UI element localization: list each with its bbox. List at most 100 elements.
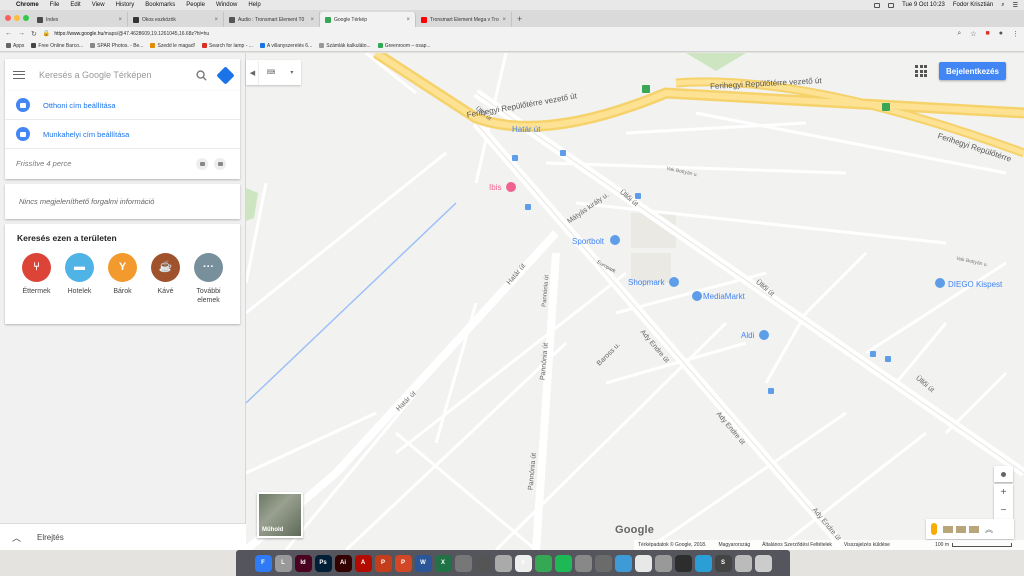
battery-icon[interactable] <box>888 2 895 8</box>
tab-index[interactable]: Index × <box>32 12 128 27</box>
menu-bookmarks[interactable]: Bookmarks <box>145 2 175 8</box>
close-tab-icon[interactable]: × <box>214 17 218 23</box>
back-icon[interactable]: ← <box>5 30 12 37</box>
dock-app-icon[interactable]: Id <box>294 554 312 572</box>
dock-app-icon[interactable]: X <box>434 554 452 572</box>
category-hotels[interactable]: ▬ Hotelek <box>60 253 99 305</box>
set-work-address[interactable]: Munkahelyi cím beállítása <box>5 120 240 149</box>
dock-app-icon[interactable] <box>494 554 512 572</box>
zoom-out-icon[interactable]: − <box>1001 505 1007 516</box>
dock-app-icon[interactable]: 9 <box>514 554 532 572</box>
imagery-thumbnails[interactable] <box>943 525 979 533</box>
close-window-icon[interactable] <box>5 15 11 21</box>
map-scale[interactable]: 100 m <box>935 542 1012 548</box>
set-home-address[interactable]: Otthoni cím beállítása <box>5 91 240 120</box>
close-tab-icon[interactable]: × <box>502 17 506 23</box>
menu-file[interactable]: File <box>50 2 60 8</box>
dock-app-icon[interactable]: Ai <box>334 554 352 572</box>
chevron-down-icon[interactable]: ▾ <box>290 69 293 76</box>
dock-app-icon[interactable] <box>754 554 772 572</box>
clock[interactable]: Tue 9 Oct 10:23 <box>902 2 945 8</box>
dock-app-icon[interactable] <box>594 554 612 572</box>
dock-app-icon[interactable]: W <box>414 554 432 572</box>
dock-app-icon[interactable]: A <box>354 554 372 572</box>
extension-icon[interactable]: ■ <box>986 30 990 38</box>
user-name[interactable]: Fodor Krisztián <box>953 2 993 8</box>
bookmark-spar[interactable]: SPAR Photos. - Be... <box>90 43 143 49</box>
search-icon[interactable] <box>195 69 207 81</box>
notification-icon[interactable]: ☰ <box>1013 2 1018 9</box>
url-field[interactable]: https://www.google.hu/maps/@47.4628609,1… <box>54 31 957 37</box>
minimize-window-icon[interactable] <box>14 15 20 21</box>
zoom-icon[interactable]: ⌕ <box>957 30 961 38</box>
menu-edit[interactable]: Edit <box>70 2 80 8</box>
my-location-button[interactable] <box>994 466 1013 482</box>
dock-app-icon[interactable] <box>554 554 572 572</box>
tab-audio-tronsmart[interactable]: Audio : Tronsmart Element T0 × <box>224 12 320 27</box>
tab-tronsmart-mega[interactable]: Tronsmart Element Mega v Tro × <box>416 12 512 27</box>
category-bars[interactable]: Y Bárok <box>103 253 142 305</box>
bookmark-szedd-le[interactable]: Szedd le magad! <box>150 43 195 49</box>
category-more[interactable]: ··· További elemek <box>189 253 228 305</box>
apps-grid-icon[interactable] <box>915 65 927 77</box>
menu-help[interactable]: Help <box>248 2 260 8</box>
dock-app-icon[interactable] <box>674 554 692 572</box>
menu-history[interactable]: History <box>116 2 135 8</box>
tab-okos-eszkozok[interactable]: Okos eszközök × <box>128 12 224 27</box>
dock-app-icon[interactable] <box>614 554 632 572</box>
dock-app-icon[interactable] <box>634 554 652 572</box>
bookmark-apps[interactable]: Apps <box>6 43 24 49</box>
bookmark-villanyszereles[interactable]: A villanyszerelés 6... <box>259 43 312 49</box>
dock-app-icon[interactable] <box>694 554 712 572</box>
terms-link[interactable]: Általános Szerződési Feltételek <box>762 542 832 548</box>
menu-people[interactable]: People <box>186 2 205 8</box>
collapse-panel-button[interactable]: ◀ <box>246 60 259 85</box>
hide-panel-bar[interactable]: ︿ Elrejtés <box>0 523 246 550</box>
dock-app-icon[interactable] <box>454 554 472 572</box>
bookmark-star-icon[interactable]: ☆ <box>970 30 976 38</box>
bookmark-lamp[interactable]: Search for lamp - ... <box>202 43 253 49</box>
forward-icon[interactable]: → <box>18 30 25 37</box>
category-coffee[interactable]: ☕ Kávé <box>146 253 185 305</box>
sign-in-button[interactable]: Bejelentkezés <box>939 62 1006 80</box>
dock-app-icon[interactable]: L <box>274 554 292 572</box>
dock-app-icon[interactable] <box>474 554 492 572</box>
pegman-icon[interactable] <box>931 523 937 535</box>
dock-app-icon[interactable]: P <box>394 554 412 572</box>
new-tab-icon[interactable]: + <box>517 12 522 27</box>
bookmark-szamlak[interactable]: Számlák kalkuláto... <box>319 43 371 49</box>
close-tab-icon[interactable]: × <box>310 17 314 23</box>
category-restaurants[interactable]: ⑂ Éttermek <box>17 253 56 305</box>
bookmark-greenroom[interactable]: Greenroom – osap... <box>377 43 431 49</box>
dock-app-icon[interactable]: S <box>714 554 732 572</box>
dock-app-icon[interactable] <box>574 554 592 572</box>
car-icon[interactable] <box>196 157 208 170</box>
dock-app-icon[interactable] <box>734 554 752 572</box>
menu-window[interactable]: Window <box>216 2 237 8</box>
close-tab-icon[interactable]: × <box>118 17 122 23</box>
dock-app-icon[interactable]: F <box>254 554 272 572</box>
expand-icon[interactable]: ︽ <box>985 524 993 535</box>
train-icon[interactable] <box>214 157 226 170</box>
zoom-in-icon[interactable]: + <box>1001 487 1007 498</box>
dock-app-icon[interactable] <box>534 554 552 572</box>
feedback-link[interactable]: Visszajelzés küldése <box>844 542 890 548</box>
lock-icon[interactable]: 🔒 <box>43 30 50 37</box>
country-link[interactable]: Magyarország <box>718 542 750 548</box>
tab-google-terkep[interactable]: Google Térkép × <box>320 12 416 27</box>
dock-app-icon[interactable] <box>654 554 672 572</box>
input-tools-button[interactable]: ⌨ ▾ <box>259 60 301 85</box>
close-tab-icon[interactable]: × <box>406 17 410 23</box>
wifi-icon[interactable] <box>874 2 881 8</box>
menu-icon[interactable] <box>13 71 25 79</box>
reload-icon[interactable]: ↻ <box>31 30 37 38</box>
search-input[interactable] <box>39 70 195 80</box>
bookmark-barcode[interactable]: Free Online Barco... <box>31 43 83 49</box>
menu-view[interactable]: View <box>92 2 105 8</box>
dock-app-icon[interactable]: P <box>374 554 392 572</box>
dock-app-icon[interactable]: Ps <box>314 554 332 572</box>
profile-icon[interactable]: ● <box>999 30 1003 38</box>
menu-chrome[interactable]: Chrome <box>16 2 39 8</box>
map-canvas[interactable]: Ferihegyi Repülőtérre vezető út Ferihegy… <box>246 53 1024 550</box>
menu-dots-icon[interactable]: ⋮ <box>1012 30 1019 38</box>
